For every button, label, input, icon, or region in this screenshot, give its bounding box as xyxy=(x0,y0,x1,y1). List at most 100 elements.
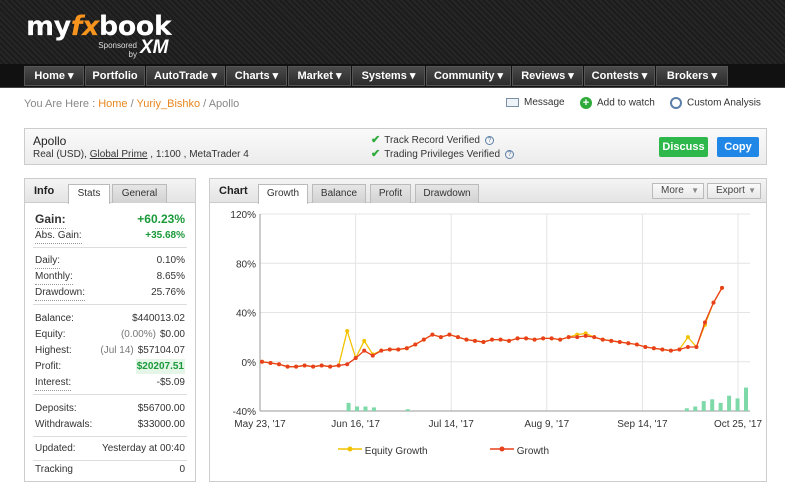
nav-charts[interactable]: Charts ▾ xyxy=(226,66,287,86)
growth-line xyxy=(261,287,723,368)
daily-value: 0.10% xyxy=(156,255,185,266)
nav-systems[interactable]: Systems ▾ xyxy=(352,66,425,86)
growth-point xyxy=(379,348,384,353)
gauge-icon xyxy=(670,97,682,109)
help-icon[interactable]: ? xyxy=(505,149,515,159)
custom-analysis-action[interactable]: Custom Analysis xyxy=(670,97,761,109)
breadcrumb-separator: / xyxy=(200,98,209,110)
highest-amount: $57104.07 xyxy=(137,345,185,356)
growth-point xyxy=(549,336,554,341)
growth-point xyxy=(558,337,563,342)
balance-label: Balance: xyxy=(35,313,74,324)
equity-percent: (0.00%) xyxy=(120,329,156,340)
growth-point xyxy=(490,337,494,342)
growth-point xyxy=(319,363,324,368)
help-icon[interactable]: ? xyxy=(485,135,494,145)
growth-point xyxy=(387,347,392,352)
growth-point xyxy=(481,340,486,345)
tab-profit[interactable]: Profit xyxy=(370,184,411,203)
growth-point xyxy=(566,335,571,340)
growth-point xyxy=(413,342,418,347)
interest-value: -$5.09 xyxy=(156,377,185,388)
growth-point xyxy=(464,337,469,342)
nav-contests[interactable]: Contests ▾ xyxy=(584,66,655,86)
tab-growth[interactable]: Growth xyxy=(258,184,308,204)
withdrawals-label: Withdrawals: xyxy=(35,419,93,430)
broker-link[interactable]: Global Prime xyxy=(90,149,148,160)
equity-label: Equity: xyxy=(35,329,66,340)
legend-equity-growth[interactable]: Equity Growth xyxy=(338,444,428,457)
discuss-button[interactable]: Discuss xyxy=(659,137,708,157)
nav-home[interactable]: Home ▾ xyxy=(24,66,84,86)
breadcrumb: You Are Here : Home / Yuriy_Bishko / Apo… xyxy=(24,98,239,110)
legend-equity-swatch xyxy=(338,446,362,452)
x-tick-label: Jul 14, '17 xyxy=(429,419,475,430)
breadcrumb-user-link[interactable]: Yuriy_Bishko xyxy=(137,98,201,110)
nav-autotrade[interactable]: AutoTrade ▾ xyxy=(146,66,225,86)
message-label: Message xyxy=(524,97,565,108)
growth-point xyxy=(677,347,682,352)
y-tick-label: -40% xyxy=(233,407,256,418)
divider xyxy=(33,394,187,395)
chart-panel: Chart Growth Balance Profit Drawdown Mor… xyxy=(209,178,767,482)
volume-bar xyxy=(693,406,698,411)
nav-portfolio[interactable]: Portfolio xyxy=(85,66,145,86)
growth-point xyxy=(694,344,699,349)
growth-point xyxy=(438,335,443,340)
growth-chart: 120% 80% 40% 0% -40%May 23, '17 Jun 16, '17 Ju… xyxy=(230,210,762,430)
sponsor-text: Sponsored by xyxy=(97,41,137,59)
equity-growth-point xyxy=(362,338,367,343)
volume-bar xyxy=(727,395,732,411)
check-icon: ✔ xyxy=(371,148,381,160)
message-action[interactable]: Message xyxy=(506,97,565,108)
highest-label: Highest: xyxy=(35,345,72,356)
y-tick-label: 120% xyxy=(230,210,256,221)
growth-point xyxy=(634,342,639,347)
tab-balance[interactable]: Balance xyxy=(312,184,366,203)
tab-general[interactable]: General xyxy=(112,184,167,203)
legend-equity-label: Equity Growth xyxy=(364,446,428,457)
growth-point xyxy=(455,335,460,340)
tab-stats[interactable]: Stats xyxy=(68,184,110,204)
copy-button[interactable]: Copy xyxy=(717,137,759,157)
growth-point xyxy=(277,362,282,367)
more-label: More xyxy=(661,185,684,196)
volume-bar xyxy=(684,408,689,411)
trading-privileges-verified: ✔ Trading Privileges Verified? xyxy=(371,147,515,160)
export-dropdown[interactable]: Export ▼ xyxy=(707,183,761,199)
growth-point xyxy=(660,347,665,352)
x-tick-label: Aug 9, '17 xyxy=(524,419,569,430)
growth-point xyxy=(362,348,367,353)
growth-point xyxy=(260,359,264,364)
growth-point xyxy=(311,364,316,369)
volume-bar xyxy=(718,402,723,411)
growth-point xyxy=(404,346,409,351)
add-to-watch-action[interactable]: + Add to watch xyxy=(580,97,655,109)
growth-point xyxy=(643,344,648,349)
nav-reviews[interactable]: Reviews ▾ xyxy=(512,66,583,86)
growth-point xyxy=(668,348,673,353)
breadcrumb-home-link[interactable]: Home xyxy=(98,98,127,110)
y-tick-label: 40% xyxy=(236,309,256,320)
growth-point xyxy=(575,335,580,340)
stat-abs-gain: Abs. Gain: +35.68% xyxy=(35,228,185,244)
growth-point xyxy=(592,335,597,340)
growth-point xyxy=(626,341,631,346)
account-leverage-platform: , 1:100 , MetaTrader 4 xyxy=(147,149,249,160)
chart-tabbar: Chart Growth Balance Profit Drawdown Mor… xyxy=(210,179,766,204)
growth-point xyxy=(720,285,724,290)
volume-bar xyxy=(744,387,748,411)
growth-point xyxy=(498,337,503,342)
growth-point xyxy=(430,332,435,337)
nav-brokers[interactable]: Brokers ▾ xyxy=(656,66,728,86)
legend-growth[interactable]: Growth xyxy=(490,444,549,457)
envelope-icon xyxy=(506,97,519,107)
nav-market[interactable]: Market ▾ xyxy=(288,66,351,86)
tab-drawdown[interactable]: Drawdown xyxy=(415,184,479,203)
growth-point xyxy=(702,320,707,325)
growth-point xyxy=(685,344,690,349)
more-dropdown[interactable]: More ▼ xyxy=(652,183,704,199)
nav-community[interactable]: Community ▾ xyxy=(426,66,511,86)
breadcrumb-current: Apollo xyxy=(208,98,240,110)
sponsor-logo[interactable]: XM xyxy=(140,38,169,58)
